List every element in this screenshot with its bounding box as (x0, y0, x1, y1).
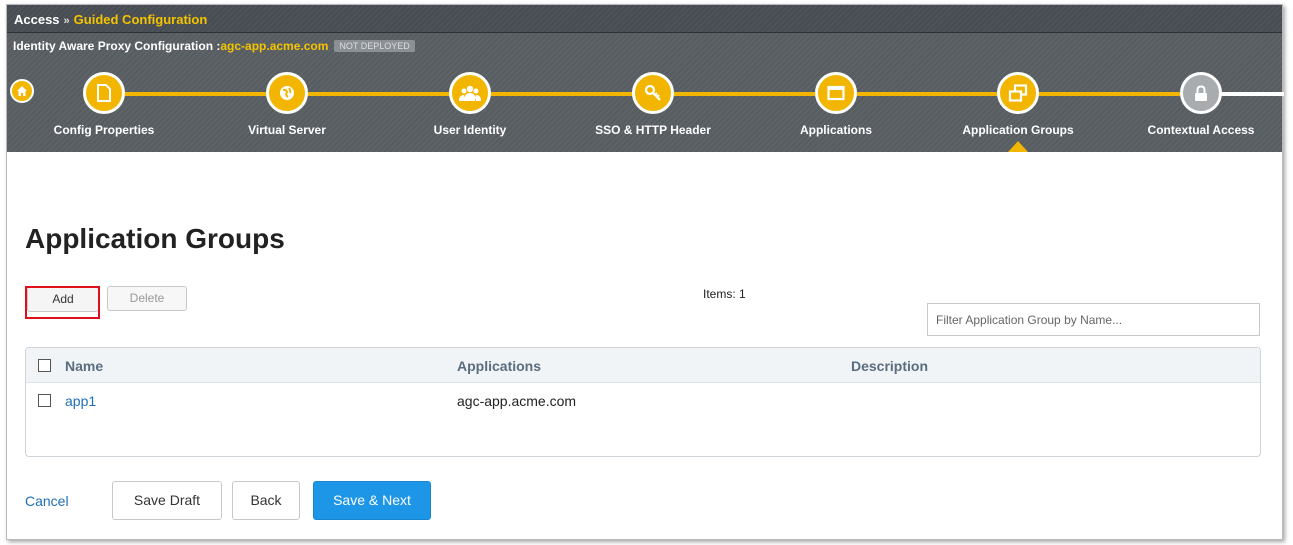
wizard-header: Identity Aware Proxy Configuration :agc-… (7, 33, 1284, 152)
wizard-step-application-groups[interactable]: Application Groups (943, 72, 1093, 137)
wizard-title-prefix: Identity Aware Proxy Configuration : (13, 39, 221, 53)
breadcrumb-current: Guided Configuration (73, 12, 208, 27)
column-header-description[interactable]: Description (851, 358, 928, 374)
wizard-step-contextual-access[interactable]: Contextual Access (1126, 72, 1276, 137)
wizard-step-virtual-server[interactable]: Virtual Server (212, 72, 362, 137)
page-title: Application Groups (25, 223, 285, 254)
document-icon (83, 72, 125, 114)
save-next-button[interactable]: Save & Next (313, 481, 431, 520)
wizard-step-label: Virtual Server (248, 123, 326, 137)
items-count: Items: 1 (703, 287, 746, 301)
breadcrumb-separator: » (63, 15, 70, 27)
breadcrumb-root[interactable]: Access (14, 12, 60, 27)
column-header-applications[interactable]: Applications (457, 358, 541, 374)
table-row: app1 agc-app.acme.com (26, 383, 1260, 423)
row-applications: agc-app.acme.com (457, 393, 577, 409)
wizard-step-user-identity[interactable]: User Identity (395, 72, 545, 137)
wizard-host: agc-app.acme.com (220, 39, 329, 53)
wizard-step-label: SSO & HTTP Header (595, 123, 711, 137)
wizard-step-label: Application Groups (962, 123, 1074, 137)
wizard-title: Identity Aware Proxy Configuration :agc-… (13, 39, 415, 53)
window-icon (815, 72, 857, 114)
breadcrumb: Access» Guided Configuration (7, 5, 1282, 33)
active-step-pointer (1008, 141, 1028, 152)
column-header-name[interactable]: Name (65, 358, 103, 374)
key-icon (632, 72, 674, 114)
wizard-step-label: Contextual Access (1147, 123, 1255, 137)
application-groups-table: Name Applications Description app1 agc-a… (25, 347, 1261, 457)
users-icon (449, 72, 491, 114)
globe-icon (266, 72, 308, 114)
delete-button[interactable]: Delete (107, 286, 187, 311)
table-header: Name Applications Description (26, 348, 1260, 383)
status-badge: NOT DEPLOYED (334, 40, 415, 52)
filter-input[interactable] (927, 303, 1260, 336)
wizard-step-label: Applications (799, 123, 872, 137)
wizard-step-label: User Identity (433, 123, 507, 137)
back-button[interactable]: Back (232, 481, 300, 520)
wizard-step-config-properties[interactable]: Config Properties (29, 72, 179, 137)
lock-icon (1180, 72, 1222, 114)
wizard-step-applications[interactable]: Applications (761, 72, 911, 137)
app-frame: Access» Guided Configuration Identity Awa… (6, 4, 1284, 540)
row-checkbox[interactable] (38, 394, 51, 407)
group-windows-icon (997, 72, 1039, 114)
cancel-link[interactable]: Cancel (25, 493, 69, 509)
wizard-step-label: Config Properties (53, 123, 155, 137)
select-all-checkbox[interactable] (38, 359, 51, 372)
row-name-link[interactable]: app1 (65, 393, 96, 409)
save-draft-button[interactable]: Save Draft (112, 481, 222, 520)
wizard-step-sso-http-header[interactable]: SSO & HTTP Header (578, 72, 728, 137)
add-button[interactable]: Add (27, 287, 99, 312)
